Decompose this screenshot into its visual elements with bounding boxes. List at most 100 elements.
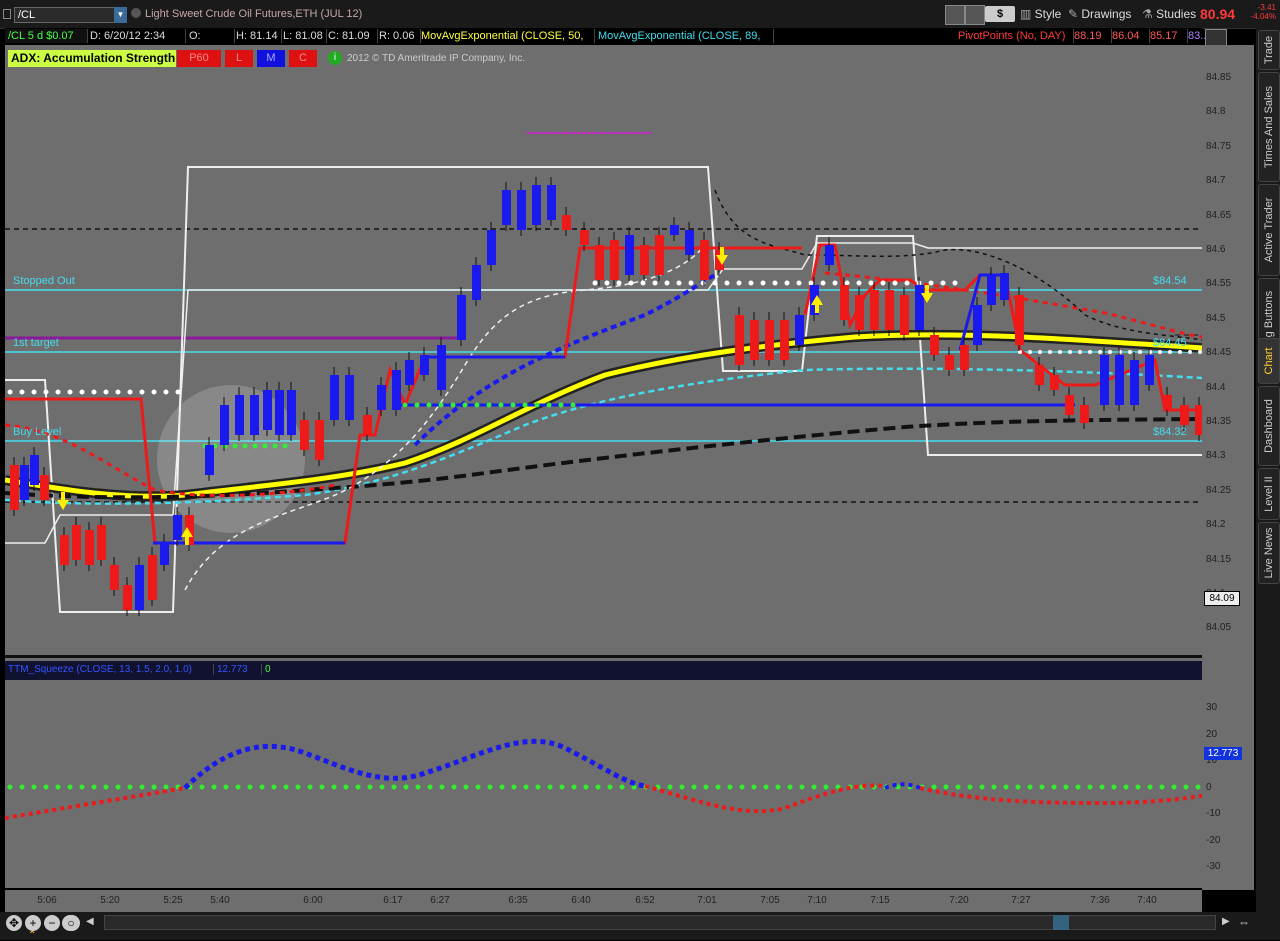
c-button[interactable]: C [289,50,317,67]
price-chart[interactable]: ADX: Accumulation Strength P60 L M C i 2… [5,45,1202,655]
studies-button[interactable]: ⚗ Studies [1142,5,1196,23]
signal-arrow-stem [720,247,724,255]
zoom-in-icon[interactable]: + [25,915,41,931]
dot [808,280,814,286]
scrollbar-thumb[interactable] [1053,915,1069,930]
candle [287,390,296,435]
squeeze-pane[interactable]: TTM_Squeeze (CLOSE, 13, 1.5, 2.0, 1.0) 1… [5,658,1202,888]
p60-button[interactable]: P60 [177,50,221,67]
squeeze-dot [607,784,613,790]
squeeze-dot [355,784,361,790]
squeeze-tick: -20 [1206,834,1221,846]
dot [546,402,552,408]
dot [820,280,826,286]
tab-dashboard[interactable]: Dashboard [1258,386,1280,466]
candle [885,290,894,330]
candle [1015,295,1024,345]
first-target-price: $84.45 [1153,337,1187,349]
ema89-label[interactable]: MovAvgExponential (CLOSE, 89, 0) [595,29,774,56]
squeeze-dot [91,784,97,790]
price-chart-svg [5,132,1202,616]
dot [736,280,742,286]
momentum-line [884,782,921,790]
bar-open: O: 81.13 [186,29,235,56]
tab-level-ii[interactable]: Level II [1258,468,1280,520]
candle [595,245,604,280]
dot [262,443,268,449]
candle [148,555,157,600]
candle [1130,360,1139,405]
squeeze-dot [931,784,937,790]
candle [855,295,864,330]
tab-trade[interactable]: Trade [1258,30,1280,70]
candle [235,395,244,435]
symbol-period[interactable]: /CL 5 d $0.07 [5,29,88,43]
squeeze-dot [1039,784,1045,790]
time-tick: 6:40 [571,895,591,906]
candle [315,420,324,460]
candle [85,530,94,565]
squeeze-dot [943,784,949,790]
price-tick: 84.55 [1206,278,1232,290]
price-axis[interactable]: 84.85 84.8 84.75 84.7 84.65 84.6 84.55 84.5 84.4… [1202,45,1254,890]
signal-arrow-stem [185,537,189,545]
style-button[interactable]: ▥ Style [1020,5,1061,23]
grid-icon[interactable] [945,5,965,25]
m-button[interactable]: M [257,50,285,67]
expand-icon[interactable]: ⇔ [1238,915,1250,929]
dot [175,389,181,395]
chevron-down-icon[interactable]: ▼ [114,7,127,23]
scroll-right-icon[interactable]: ▶ [1222,916,1230,927]
info-icon[interactable]: i [328,51,342,65]
dot [55,389,61,395]
dot [604,280,610,286]
candle [735,315,744,365]
trail-stop-black [714,189,1202,341]
link-icon[interactable] [3,9,11,19]
dot [772,280,778,286]
dot [474,402,480,408]
dot [688,280,694,286]
tab-chart[interactable]: Chart [1258,338,1280,384]
time-tick: 5:06 [37,895,57,906]
symbol-info-icon[interactable] [131,8,141,18]
price-tick: 84.05 [1206,622,1232,634]
price-tick: 84.85 [1206,72,1232,83]
dot [700,280,706,286]
zoom-out-icon[interactable]: − [44,915,60,931]
squeeze-dot [79,784,85,790]
squeeze-dot [763,784,769,790]
dollar-button[interactable]: $ [985,6,1015,22]
zoom-reset-icon[interactable]: ○ [62,915,80,931]
candle [930,335,939,355]
pan-icon[interactable]: ✥ [6,915,22,931]
scroll-left-icon[interactable]: ◀ [86,916,94,927]
time-axis[interactable]: 5:06 5:20 5:25 5:40 6:00 6:17 6:27 6:35 6:40 6:52… [5,890,1202,912]
symbol-input[interactable] [14,7,120,23]
tab-live-news[interactable]: Live News [1258,522,1280,584]
side-tabs: Trade Times And Sales Active Trader Big … [1256,28,1280,928]
collapse-up-icon[interactable]: ⌃ [28,930,36,941]
dot [652,280,658,286]
adx-study-label[interactable]: ADX: Accumulation Strength [8,50,176,67]
candle [250,395,259,435]
dot [282,443,288,449]
dot [784,280,790,286]
current-price-tag: 84.09 [1204,591,1240,606]
tools-icon[interactable] [965,5,985,25]
squeeze-dot [583,784,589,790]
candle [517,190,526,230]
ema50-label[interactable]: MovAvgExponential (CLOSE, 50, 0) [418,29,595,56]
drawings-button[interactable]: ✎ Drawings [1068,5,1131,23]
pivot-label[interactable]: PivotPoints (No, DAY) [955,29,1074,43]
tab-times-and-sales[interactable]: Times And Sales [1258,72,1280,182]
time-tick: 7:01 [697,895,717,906]
price-tick: 84.35 [1206,416,1232,427]
l-button[interactable]: L [225,50,253,67]
tab-active-trader[interactable]: Active Trader [1258,184,1280,276]
candle [275,390,284,435]
dot [139,389,145,395]
chart-scrollbar[interactable] [104,915,1216,930]
dot [570,402,576,408]
squeeze-dot [979,784,985,790]
